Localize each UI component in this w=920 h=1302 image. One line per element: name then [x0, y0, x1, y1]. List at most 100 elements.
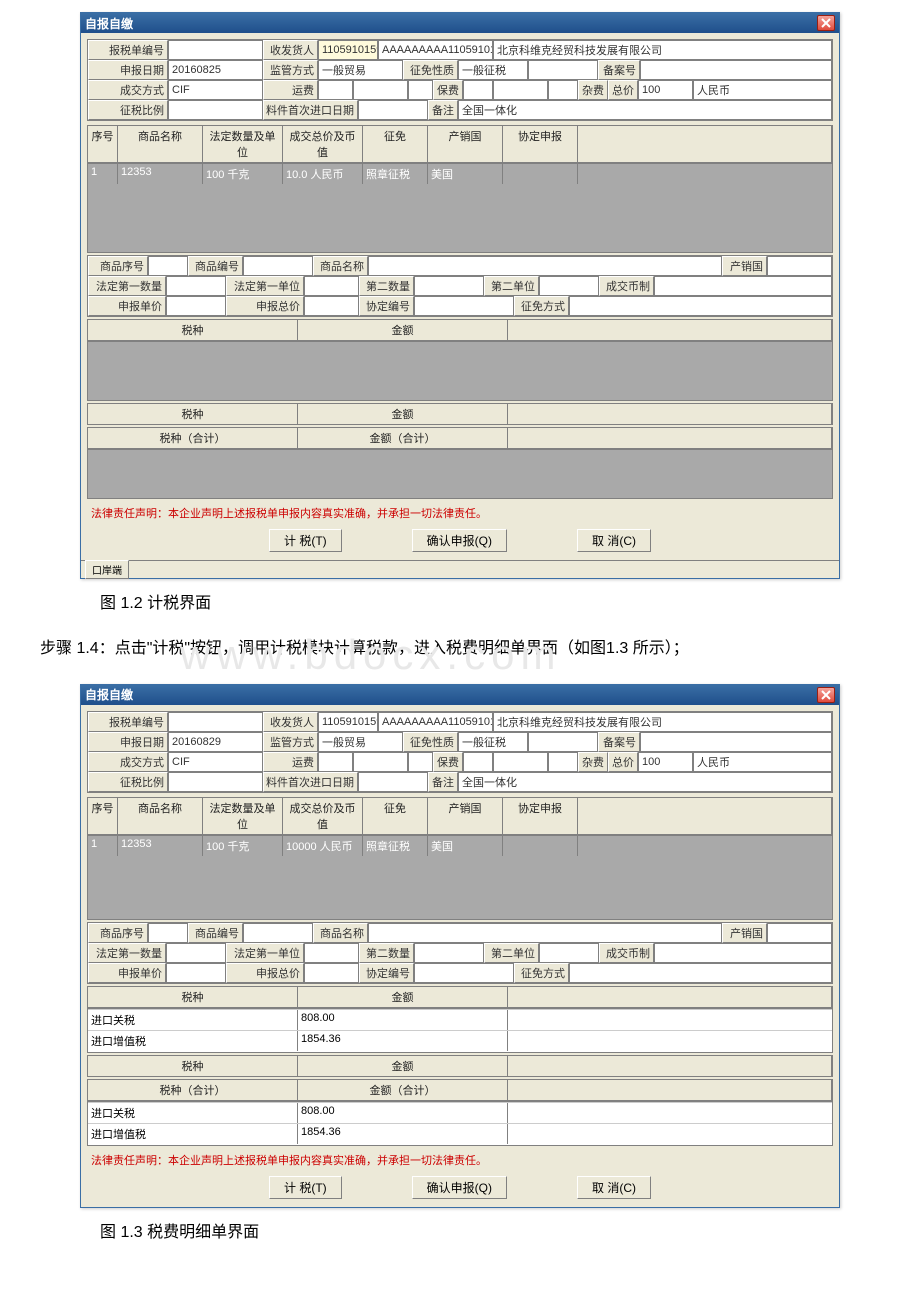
close-button[interactable]: [817, 687, 835, 703]
val-remark[interactable]: 全国一体化: [458, 100, 832, 120]
val-consignee-name[interactable]: 北京科维克经贸科技发展有限公司: [493, 712, 832, 732]
val-remark[interactable]: 全国一体化: [458, 772, 832, 792]
val-freight-a[interactable]: [318, 80, 353, 100]
val-trade-mode[interactable]: CIF: [168, 752, 263, 772]
val-insurance-c[interactable]: [548, 752, 578, 772]
val-first-import[interactable]: [358, 772, 428, 792]
val-decl-date[interactable]: 20160829: [168, 732, 263, 752]
val-exempt-mode[interactable]: [569, 296, 832, 316]
tax-total-grid[interactable]: [87, 449, 833, 499]
val-unit2[interactable]: [539, 943, 599, 963]
val-trade-curr[interactable]: [654, 943, 832, 963]
val-total-price[interactable]: 100: [638, 752, 693, 772]
cell-seq: 1: [88, 836, 118, 856]
val-consignee-long[interactable]: AAAAAAAAA1105910159: [378, 712, 493, 732]
val-legal-qty1[interactable]: [166, 943, 226, 963]
tax-grid[interactable]: 进口关税 808.00 进口增值税 1854.36: [87, 1008, 833, 1053]
tax-grid[interactable]: [87, 341, 833, 401]
val-exempt-blank[interactable]: [528, 60, 598, 80]
val-decl-price[interactable]: [166, 963, 226, 983]
tax-row[interactable]: 进口关税 808.00: [88, 1009, 832, 1030]
table-row[interactable]: 1 12353 100 千克 10000 人民币 照章征税 美国: [88, 836, 832, 856]
val-origin2[interactable]: [767, 923, 832, 943]
val-consignee-long[interactable]: AAAAAAAAA1105910159: [378, 40, 493, 60]
val-freight-b[interactable]: [353, 80, 408, 100]
val-trade-curr[interactable]: [654, 276, 832, 296]
cancel-button[interactable]: 取 消(C): [577, 529, 651, 552]
goods-grid[interactable]: 1 12353 100 千克 10000 人民币 照章征税 美国: [87, 835, 833, 920]
lbl-tax-total-type: 税种（合计）: [88, 428, 298, 448]
val-consignee-code[interactable]: 1105910159: [318, 40, 378, 60]
val-insurance-a[interactable]: [463, 80, 493, 100]
val-decl-total[interactable]: [304, 963, 359, 983]
lbl-taxdoc-no: 报税单编号: [88, 40, 168, 60]
calc-tax-button[interactable]: 计 税(T): [269, 1176, 342, 1199]
val-total-price[interactable]: 100: [638, 80, 693, 100]
val-insurance-b[interactable]: [493, 752, 548, 772]
val-goods-seq[interactable]: [148, 256, 188, 276]
val-agree-no[interactable]: [414, 963, 514, 983]
close-button[interactable]: [817, 15, 835, 31]
tax-total-row[interactable]: 进口增值税 1854.36: [88, 1123, 832, 1144]
col-origin: 产销国: [428, 798, 503, 834]
val-goods-name2[interactable]: [368, 256, 722, 276]
confirm-submit-button[interactable]: 确认申报(Q): [412, 1176, 507, 1199]
val-trade-mode[interactable]: CIF: [168, 80, 263, 100]
col-seq: 序号: [88, 798, 118, 834]
val-tax-rate[interactable]: [168, 772, 263, 792]
lbl-trade-curr: 成交币制: [599, 276, 654, 296]
val-legal-qty1[interactable]: [166, 276, 226, 296]
val-insurance-c[interactable]: [548, 80, 578, 100]
val-legal-unit1[interactable]: [304, 943, 359, 963]
val-record-no[interactable]: [640, 60, 832, 80]
val-first-import[interactable]: [358, 100, 428, 120]
cancel-button[interactable]: 取 消(C): [577, 1176, 651, 1199]
tax-total-grid[interactable]: 进口关税 808.00 进口增值税 1854.36: [87, 1101, 833, 1146]
val-goods-code[interactable]: [243, 256, 313, 276]
table-row[interactable]: 1 12353 100 千克 10.0 人民币 照章征税 美国: [88, 164, 832, 184]
val-goods-name2[interactable]: [368, 923, 722, 943]
val-exempt-kind[interactable]: 一般征税: [458, 732, 528, 752]
val-exempt-kind[interactable]: 一般征税: [458, 60, 528, 80]
val-supv-mode[interactable]: 一般贸易: [318, 732, 403, 752]
val-unit2[interactable]: [539, 276, 599, 296]
val-freight-c[interactable]: [408, 752, 433, 772]
val-decl-total[interactable]: [304, 296, 359, 316]
lbl-insurance: 保费: [433, 80, 463, 100]
val-exempt-mode[interactable]: [569, 963, 832, 983]
val-freight-c[interactable]: [408, 80, 433, 100]
val-tax-rate[interactable]: [168, 100, 263, 120]
calc-tax-button[interactable]: 计 税(T): [269, 529, 342, 552]
val-taxdoc-no[interactable]: [168, 712, 263, 732]
val-insurance-b[interactable]: [493, 80, 548, 100]
titlebar: 自报自缴: [81, 13, 839, 33]
val-currency[interactable]: 人民币: [693, 80, 832, 100]
lbl-tax-type2: 税种: [88, 404, 298, 424]
val-decl-price[interactable]: [166, 296, 226, 316]
val-taxdoc-no[interactable]: [168, 40, 263, 60]
val-qty2[interactable]: [414, 276, 484, 296]
val-currency[interactable]: 人民币: [693, 752, 832, 772]
val-freight-a[interactable]: [318, 752, 353, 772]
goods-grid[interactable]: 1 12353 100 千克 10.0 人民币 照章征税 美国: [87, 163, 833, 253]
val-record-no[interactable]: [640, 732, 832, 752]
val-qty2[interactable]: [414, 943, 484, 963]
val-consignee-name[interactable]: 北京科维克经贸科技发展有限公司: [493, 40, 832, 60]
val-supv-mode[interactable]: 一般贸易: [318, 60, 403, 80]
val-insurance-a[interactable]: [463, 752, 493, 772]
tax-row[interactable]: 进口增值税 1854.36: [88, 1030, 832, 1051]
val-freight-b[interactable]: [353, 752, 408, 772]
confirm-submit-button[interactable]: 确认申报(Q): [412, 529, 507, 552]
val-exempt-blank[interactable]: [528, 732, 598, 752]
goods-detail: 商品序号 商品编号 商品名称 产销国 法定第一数量 法定第一单位 第二数量: [87, 255, 833, 317]
val-goods-seq[interactable]: [148, 923, 188, 943]
val-agree-no[interactable]: [414, 296, 514, 316]
val-decl-date[interactable]: 20160825: [168, 60, 263, 80]
tax-total-row[interactable]: 进口关税 808.00: [88, 1102, 832, 1123]
val-goods-code[interactable]: [243, 923, 313, 943]
val-origin2[interactable]: [767, 256, 832, 276]
lbl-goods-name2: 商品名称: [313, 923, 368, 943]
lbl-trade-mode: 成交方式: [88, 80, 168, 100]
val-legal-unit1[interactable]: [304, 276, 359, 296]
val-consignee-code[interactable]: 1105910159: [318, 712, 378, 732]
